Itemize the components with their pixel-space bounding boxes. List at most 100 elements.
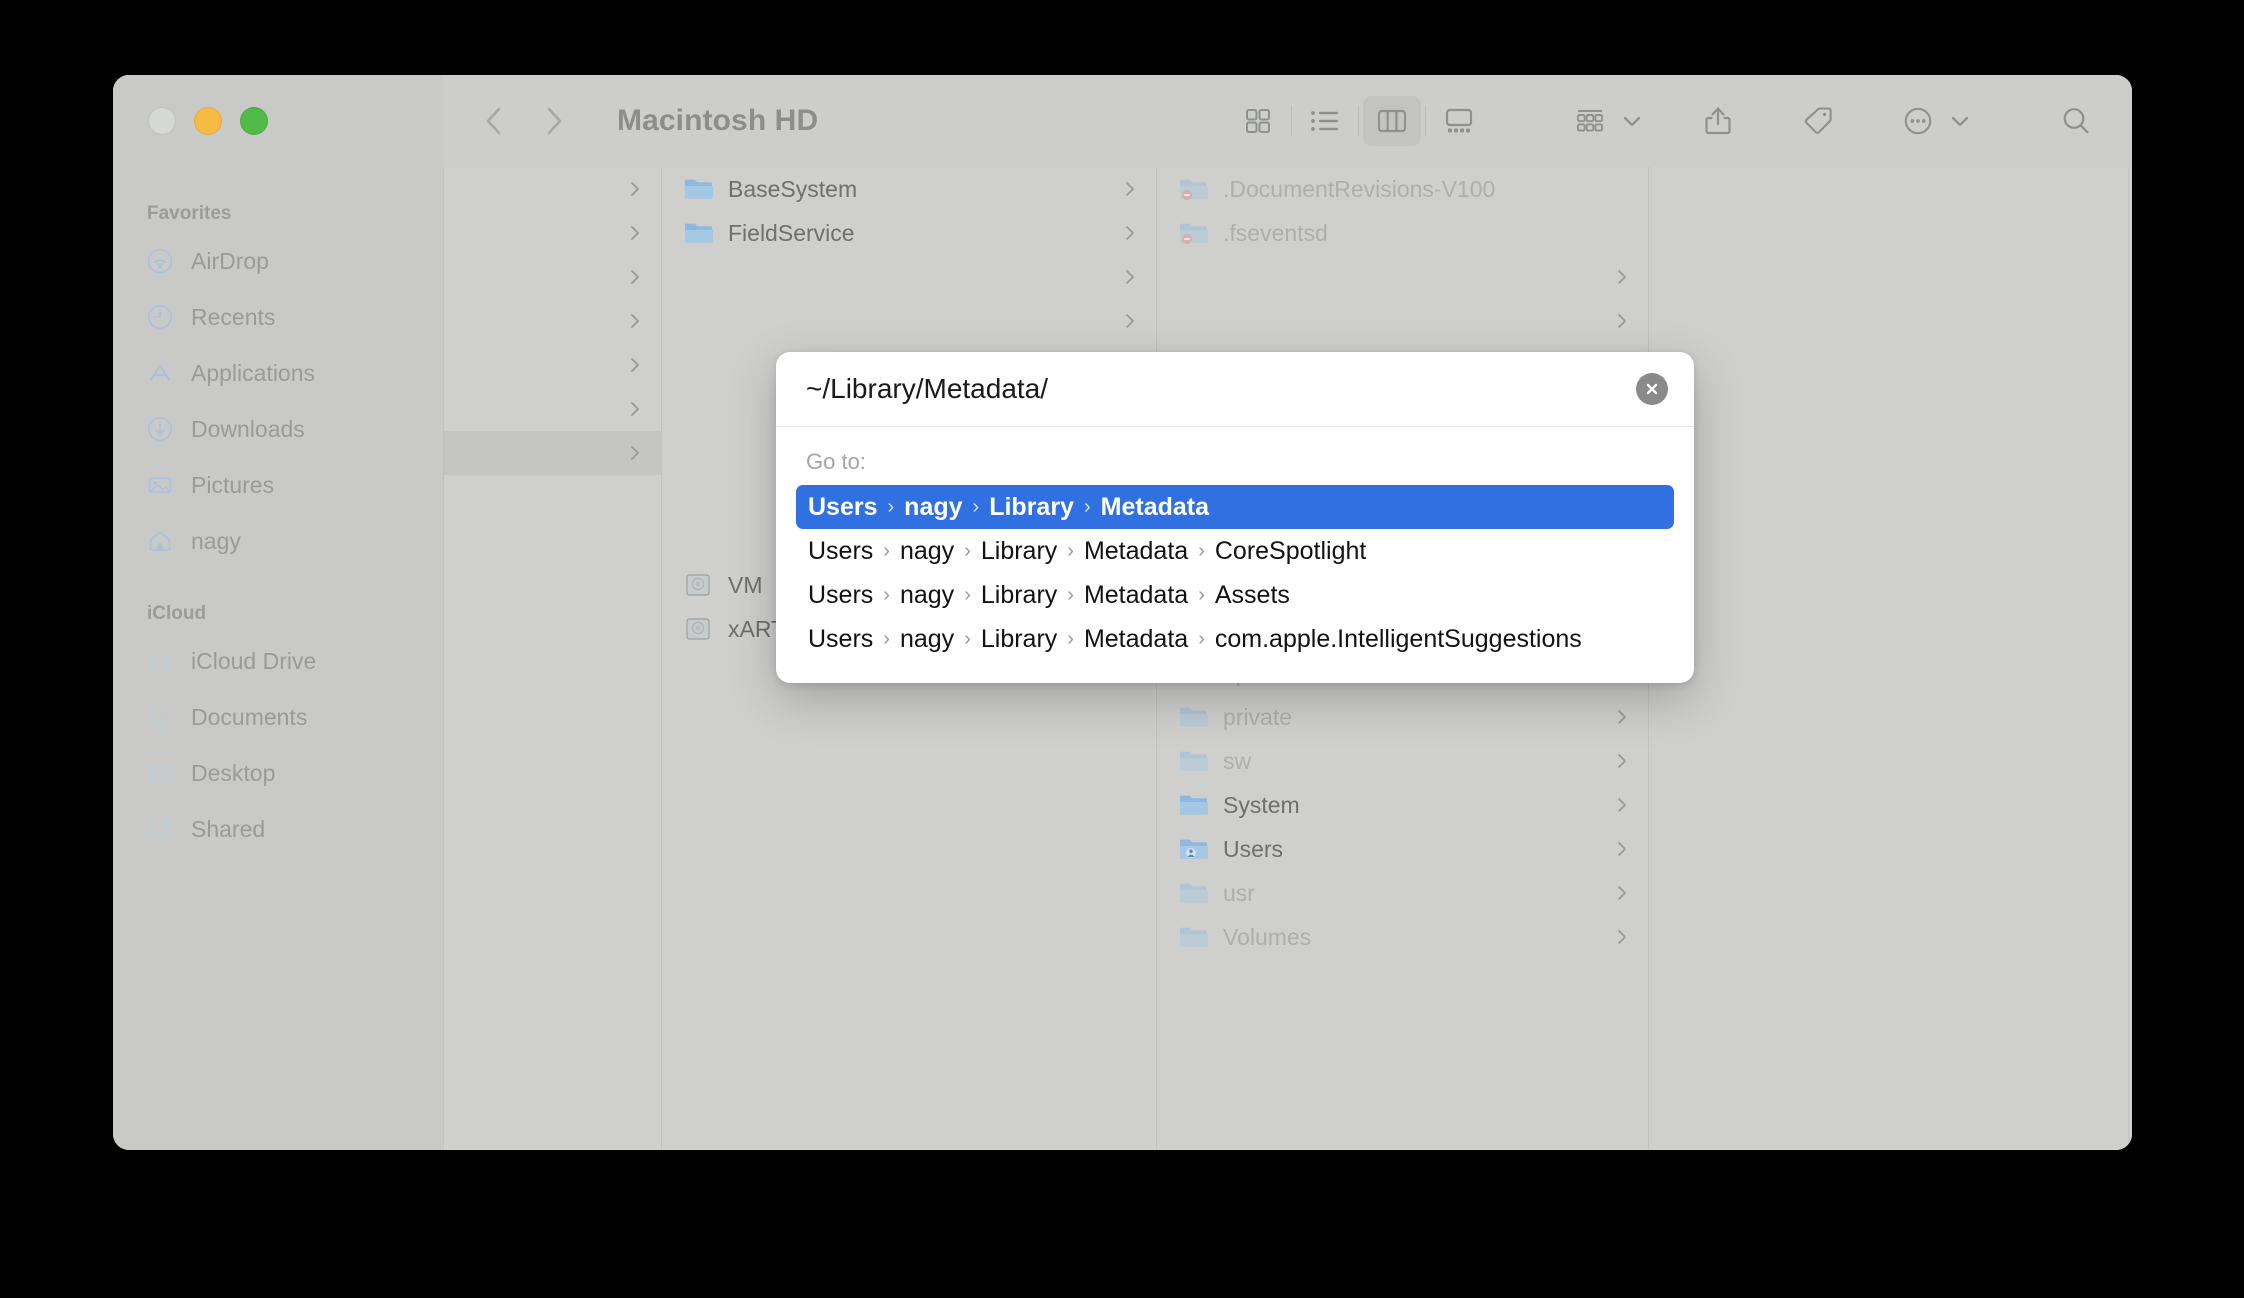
path-separator-icon: › (883, 539, 890, 562)
sidebar-item-icloud-drive[interactable]: iCloud Drive (113, 633, 443, 689)
file-row[interactable] (444, 255, 661, 299)
sidebar-item-applications[interactable]: Applications (113, 345, 443, 401)
path-separator-icon: › (964, 539, 971, 562)
sidebar-item-desktop[interactable]: Desktop (113, 745, 443, 801)
sidebar: Favorites AirDrop Recents Applications D… (113, 167, 443, 1150)
path-crumb: Metadata (1100, 492, 1210, 521)
file-row[interactable] (444, 431, 661, 475)
titlebar: Macintosh HD (113, 75, 2132, 167)
path-crumb: Library (980, 536, 1058, 565)
suggestion-row[interactable]: Users › nagy › Library › Metadata › Assets (796, 573, 1674, 617)
file-row[interactable] (444, 387, 661, 431)
close-window-button[interactable] (148, 107, 176, 135)
column-1[interactable] (443, 167, 661, 1150)
chevron-right-icon (627, 223, 643, 243)
chevron-down-icon[interactable] (1618, 96, 1646, 146)
folder-icon (466, 352, 496, 378)
desktop-icon (145, 758, 175, 788)
sidebar-item-pictures[interactable]: Pictures (113, 457, 443, 513)
file-row[interactable]: Users (1157, 827, 1648, 871)
file-row[interactable]: FieldService (662, 211, 1156, 255)
file-row[interactable]: Volumes (1157, 915, 1648, 959)
path-separator-icon: › (964, 583, 971, 606)
sidebar-item-label: Pictures (191, 471, 275, 498)
clear-input-button[interactable] (1636, 373, 1668, 405)
file-row[interactable]: usr (1157, 871, 1648, 915)
folder-icon (1179, 264, 1209, 290)
sidebar-item-downloads[interactable]: Downloads (113, 401, 443, 457)
suggestion-row[interactable]: Users › nagy › Library › Metadata › com.apple.In… (796, 617, 1674, 661)
column-5[interactable] (2128, 167, 2132, 1150)
file-row[interactable]: private (1157, 695, 1648, 739)
forward-button[interactable] (537, 104, 571, 138)
path-crumb: nagy (899, 580, 955, 609)
file-name: System (1223, 791, 1300, 818)
column-4[interactable] (1648, 167, 2128, 1150)
toolbar-divider (1291, 106, 1292, 136)
file-row[interactable]: .DocumentRevisions-V100 (1157, 167, 1648, 211)
file-row[interactable]: sw (1157, 739, 1648, 783)
chevron-right-icon (627, 443, 643, 463)
path-separator-icon: › (972, 495, 980, 518)
sidebar-item-label: Desktop (191, 759, 276, 786)
file-row[interactable]: BaseSystem (662, 167, 1156, 211)
suggestion-row[interactable]: Users › nagy › Library › Metadata (796, 485, 1674, 529)
more-actions-control[interactable] (1890, 96, 1974, 146)
icon-view-button[interactable] (1229, 96, 1287, 146)
group-by-control[interactable] (1562, 96, 1646, 146)
path-separator-icon: › (1067, 539, 1074, 562)
path-crumb: Library (980, 624, 1058, 653)
list-view-button[interactable] (1296, 96, 1354, 146)
file-row[interactable] (1157, 255, 1648, 299)
file-row[interactable] (444, 299, 661, 343)
page-title: Macintosh HD (617, 104, 819, 137)
airdrop-icon (145, 246, 175, 276)
file-row[interactable] (1157, 299, 1648, 343)
maximize-window-button[interactable] (240, 107, 268, 135)
sidebar-item-airdrop[interactable]: AirDrop (113, 233, 443, 289)
file-row[interactable] (444, 343, 661, 387)
file-row[interactable]: System (1157, 783, 1648, 827)
group-by-icon[interactable] (1562, 96, 1618, 146)
users-folder-icon (1179, 836, 1209, 862)
file-row[interactable] (444, 167, 661, 211)
share-button[interactable] (1690, 96, 1746, 146)
search-button[interactable] (2048, 96, 2104, 146)
suggestion-list: Users › nagy › Library › Metadata Users › nagy › Li… (776, 485, 1694, 661)
folder-icon (1179, 748, 1209, 774)
path-separator-icon: › (883, 627, 890, 650)
path-crumb: Metadata (1083, 580, 1189, 609)
file-row[interactable]: .fseventsd (1157, 211, 1648, 255)
column-view-button[interactable] (1363, 96, 1421, 146)
applications-icon (145, 358, 175, 388)
path-separator-icon: › (1067, 583, 1074, 606)
sidebar-section-favorites: Favorites (147, 203, 232, 224)
sidebar-item-nagy[interactable]: nagy (113, 513, 443, 569)
folder-icon (684, 352, 714, 378)
folder-icon (684, 528, 714, 554)
back-button[interactable] (477, 104, 511, 138)
path-crumb: nagy (899, 536, 955, 565)
chevron-right-icon (1122, 179, 1138, 199)
restricted-folder-icon (1179, 176, 1209, 202)
sidebar-item-documents[interactable]: Documents (113, 689, 443, 745)
go-to-folder-input[interactable] (806, 373, 1636, 405)
go-to-folder-dialog: Go to: Users›nagy›Library›MetadataUsers›… (776, 352, 1694, 683)
sidebar-item-recents[interactable]: Recents (113, 289, 443, 345)
toolbar: Macintosh HD (443, 75, 2132, 167)
path-crumb: Assets (1214, 580, 1290, 609)
folder-icon (1179, 704, 1209, 730)
file-row[interactable] (662, 255, 1156, 299)
file-row[interactable] (662, 299, 1156, 343)
folder-icon (1179, 792, 1209, 818)
sidebar-item-shared[interactable]: Shared (113, 801, 443, 857)
more-ellipsis-icon[interactable] (1890, 96, 1946, 146)
view-mode-segmented-control (1229, 96, 1488, 146)
suggestion-row[interactable]: Users › nagy › Library › Metadata › CoreSpotligh… (796, 529, 1674, 573)
tags-button[interactable] (1790, 96, 1846, 146)
gallery-view-button[interactable] (1430, 96, 1488, 146)
file-row[interactable] (444, 211, 661, 255)
minimize-window-button[interactable] (194, 107, 222, 135)
chevron-down-icon[interactable] (1946, 96, 1974, 146)
file-name: BaseSystem (728, 175, 858, 202)
